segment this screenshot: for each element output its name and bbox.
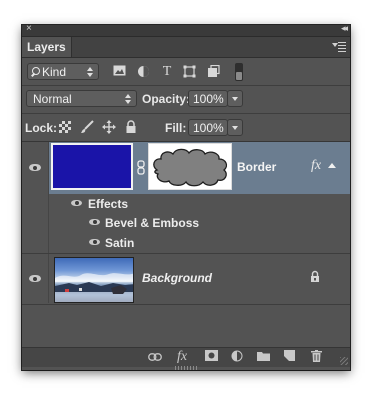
effect-row[interactable]: Satin xyxy=(22,232,350,253)
lock-label: Lock: xyxy=(25,121,58,135)
add-layer-style-icon[interactable]: fx xyxy=(174,350,190,364)
close-panel-button[interactable]: × xyxy=(26,23,32,34)
panel-title-strip: × ◂◂ xyxy=(22,23,350,37)
link-layers-icon[interactable] xyxy=(147,350,163,364)
cloud-shape-icon xyxy=(153,148,228,187)
add-mask-icon[interactable] xyxy=(203,350,219,364)
layers-panel: × ◂◂ Layers Kind T Normal Opacity: 100% … xyxy=(22,23,350,370)
layer-mask-thumbnail[interactable] xyxy=(148,143,232,190)
new-layer-icon[interactable] xyxy=(281,350,297,364)
blend-row: Normal Opacity: 100% xyxy=(22,86,350,113)
eye-icon[interactable] xyxy=(29,164,41,171)
divider xyxy=(22,304,350,305)
eye-icon[interactable] xyxy=(89,219,100,225)
shape-filter-icon[interactable] xyxy=(182,65,196,79)
chevron-updown-icon xyxy=(87,67,94,77)
lock-icon xyxy=(310,270,320,286)
delete-layer-icon[interactable] xyxy=(308,350,324,364)
fill-field[interactable]: 100% xyxy=(188,119,228,136)
lock-position-icon[interactable] xyxy=(102,120,116,134)
new-adjustment-layer-icon[interactable] xyxy=(229,350,245,364)
filter-toggle-switch[interactable] xyxy=(235,63,243,81)
landscape-photo xyxy=(55,273,133,302)
filter-row: Kind T xyxy=(22,58,350,86)
lock-transparent-pixels-icon[interactable] xyxy=(58,121,72,135)
opacity-dropdown-button[interactable] xyxy=(227,90,243,107)
layer-row-border[interactable]: Border fx xyxy=(22,142,350,194)
visibility-cell xyxy=(22,194,49,213)
resize-grip-icon[interactable] xyxy=(340,357,348,365)
mask-link-icon[interactable] xyxy=(137,160,145,175)
layer-row-background[interactable]: Background xyxy=(22,254,350,303)
blend-mode-select[interactable]: Normal xyxy=(26,90,137,107)
blend-mode-value: Normal xyxy=(33,92,72,106)
collapse-panel-button[interactable]: ◂◂ xyxy=(341,23,348,34)
opacity-value: 100% xyxy=(193,92,224,106)
lock-row: Lock: Fill: 100% xyxy=(22,114,350,141)
opacity-field[interactable]: 100% xyxy=(188,90,228,107)
collapse-effects-icon[interactable] xyxy=(328,163,336,168)
effect-label: Satin xyxy=(105,236,135,250)
layer-name[interactable]: Background xyxy=(142,271,212,285)
visibility-cell[interactable] xyxy=(22,254,49,303)
opacity-label: Opacity: xyxy=(142,92,191,106)
smart-object-filter-icon[interactable] xyxy=(206,64,220,79)
eye-icon[interactable] xyxy=(89,239,100,245)
effect-row[interactable]: Bevel & Emboss xyxy=(22,213,350,232)
eye-icon[interactable] xyxy=(29,275,41,282)
layers-list: Border fx Effects Bevel & Emboss Satin B… xyxy=(22,142,350,330)
panel-tab-bar: Layers xyxy=(22,37,350,58)
effects-label: Effects xyxy=(88,197,129,211)
fill-dropdown-button[interactable] xyxy=(227,119,243,136)
layer-name[interactable]: Border xyxy=(237,160,276,174)
effects-header-row[interactable]: Effects xyxy=(22,194,350,213)
fx-icon[interactable]: fx xyxy=(311,158,321,174)
visibility-cell xyxy=(22,213,49,232)
tab-layers[interactable]: Layers xyxy=(22,37,72,57)
new-group-icon[interactable] xyxy=(255,350,271,364)
effect-label: Bevel & Emboss xyxy=(105,216,200,230)
panel-menu-icon[interactable] xyxy=(332,40,346,52)
adjustment-filter-icon[interactable] xyxy=(136,65,150,79)
fill-label: Fill: xyxy=(165,121,187,135)
filter-kind-select[interactable]: Kind xyxy=(27,63,99,80)
panel-bottom-toolbar: fx xyxy=(22,347,350,367)
visibility-cell xyxy=(22,232,49,253)
visibility-cell[interactable] xyxy=(22,142,49,194)
layer-thumbnail xyxy=(51,143,133,190)
image-filter-icon[interactable] xyxy=(112,65,126,79)
type-filter-icon[interactable]: T xyxy=(160,65,174,79)
lock-image-pixels-icon[interactable] xyxy=(80,120,94,134)
layer-thumbnail xyxy=(54,257,134,303)
chevron-updown-icon xyxy=(125,94,132,104)
lock-all-icon[interactable] xyxy=(124,120,138,134)
fill-value: 100% xyxy=(193,121,224,135)
panel-resize-handle[interactable] xyxy=(175,366,197,370)
eye-icon[interactable] xyxy=(71,200,82,206)
filter-kind-label: Kind xyxy=(42,65,67,79)
